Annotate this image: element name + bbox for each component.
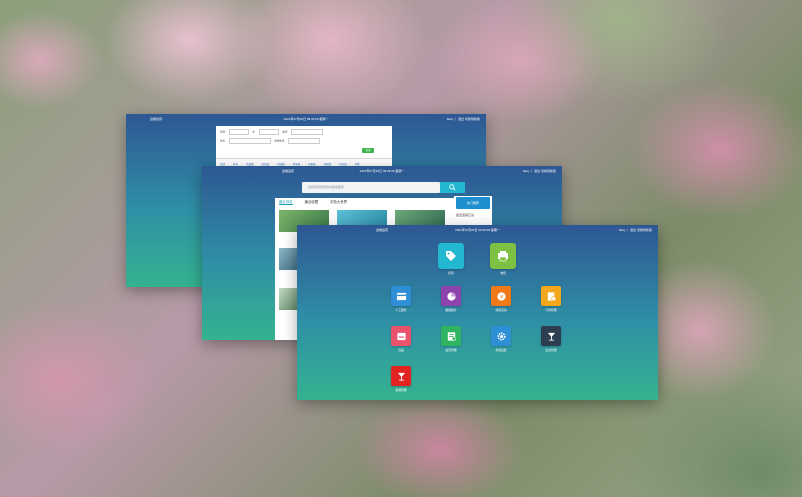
app-orders[interactable] (541, 286, 561, 306)
top-bar: 运维运营 2021年07月26日 09:33:06 星期一 Mary ！ 退出 … (126, 114, 486, 124)
document-money-icon (547, 291, 556, 301)
app-members[interactable] (441, 326, 461, 346)
process-status-select[interactable] (288, 138, 321, 144)
date-end-input[interactable] (258, 129, 279, 135)
list-icon (447, 331, 456, 341)
app-service[interactable] (391, 286, 411, 306)
cocktail-icon (397, 372, 405, 381)
app-settings[interactable] (491, 326, 511, 346)
printer-icon (498, 251, 508, 262)
status-label: 状态 (220, 139, 226, 143)
side-badge[interactable]: 热门推荐 (456, 197, 490, 209)
app-label: 收费 (500, 271, 506, 275)
app-admin[interactable] (541, 326, 561, 346)
tab-recent-favorite[interactable]: 最近收藏 (305, 199, 319, 205)
app-tag[interactable] (438, 243, 464, 269)
process-status-label: 处理状态 (274, 139, 285, 143)
card-icon (396, 292, 406, 300)
datetime: 2021年07月26日 09:33:06 星期一 (283, 117, 329, 121)
tab-recent-browse[interactable]: 最近浏览 (279, 199, 293, 205)
search-button[interactable]: 查询 (362, 148, 374, 153)
type-select[interactable] (291, 129, 324, 135)
filter-row: 日期 至 类型 (220, 129, 326, 135)
app-title: 运维运营 (282, 169, 295, 173)
svg-text:¥: ¥ (499, 294, 503, 300)
date-start-input[interactable] (228, 129, 249, 135)
app-printer[interactable] (490, 243, 516, 269)
date-sep: 至 (252, 130, 255, 134)
status-select[interactable] (228, 138, 271, 144)
app-title: 运维运营 (150, 117, 163, 121)
app-label: 会员管理 (445, 348, 457, 352)
top-bar: 运维运营 2021年07月26日 09:33:06 星期一 Mary ！ 退出 … (202, 166, 562, 176)
gear-icon (496, 331, 506, 341)
coin-icon: ¥ (496, 291, 506, 301)
search-icon (449, 184, 456, 191)
app-label: 人工服务 (395, 308, 407, 312)
user-menu[interactable]: Mary ！ 退出 切换到新版 (523, 169, 556, 173)
datetime: 2021年07月26日 09:33:06 星期一 (359, 169, 405, 173)
user-menu[interactable]: Mary ！ 退出 切换到新版 (619, 228, 652, 232)
tab-world[interactable]: 浏览大世界 (330, 199, 347, 205)
app-label: 数据统计 (445, 308, 457, 312)
app-label: 营销活动 (495, 308, 507, 312)
search-input[interactable]: 请搜索您想找的内容或事件 (302, 182, 440, 193)
cocktail-icon (547, 332, 555, 341)
app-label: 系统设置 (495, 348, 507, 352)
date-label: 日期 (220, 130, 226, 134)
app-label: 订单管理 (545, 308, 557, 312)
app-goods[interactable] (391, 326, 411, 346)
app-label: 后台管理 (545, 348, 557, 352)
thumbnail[interactable] (279, 288, 299, 310)
app-marketing[interactable]: ¥ (491, 286, 511, 306)
app-bar[interactable] (391, 366, 411, 386)
app-label: 酒吧管理 (395, 388, 407, 392)
window-front: 运维运营 2021年07月26日 09:33:06 星期一 Mary ！ 退出 … (297, 225, 658, 400)
filter-row: 状态 处理状态 (220, 138, 323, 144)
search-button[interactable] (440, 182, 465, 193)
type-label: 类型 (282, 130, 288, 134)
side-text[interactable]: 最近活动汇总 (456, 213, 474, 217)
inbox-icon (396, 332, 406, 340)
app-label: 商品 (398, 348, 404, 352)
pie-chart-icon (446, 291, 456, 301)
content-tabs: 最近浏览 最近收藏 浏览大世界 (279, 199, 347, 205)
app-title: 运维运营 (376, 228, 389, 232)
top-bar: 运维运营 2021年07月26日 09:33:06 星期一 Mary ！ 退出 … (297, 225, 658, 235)
app-label: 标签 (448, 271, 454, 275)
app-stats[interactable] (441, 286, 461, 306)
user-menu[interactable]: Mary ！ 退出 切换到新版 (447, 117, 480, 121)
thumbnail[interactable] (279, 248, 299, 270)
datetime: 2021年07月26日 09:33:06 星期一 (455, 228, 500, 232)
tag-icon (446, 251, 456, 261)
